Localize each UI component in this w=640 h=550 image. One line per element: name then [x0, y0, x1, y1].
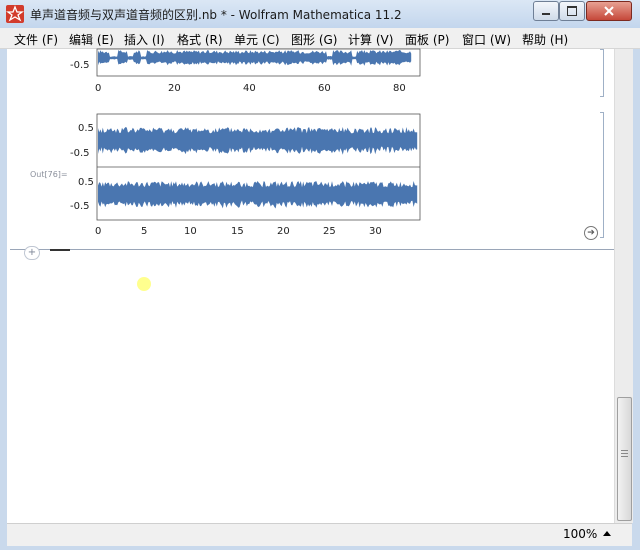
mono-xtick-20: 20	[168, 83, 181, 94]
mono-ytick: -0.5	[70, 60, 90, 71]
xtick-15: 15	[231, 226, 244, 237]
mono-waveform	[98, 50, 412, 66]
zoom-dropdown-icon[interactable]	[603, 531, 611, 536]
add-cell-button[interactable]: +	[24, 246, 40, 260]
ch1-ytick-pos: 0.5	[78, 123, 94, 134]
status-bar: 100%	[7, 523, 632, 546]
mono-xticks: 0 20 40 60 80	[95, 83, 406, 94]
xtick-20: 20	[277, 226, 290, 237]
mono-xtick-60: 60	[318, 83, 331, 94]
ch1-ytick-neg: -0.5	[70, 148, 90, 159]
channel-2-waveform	[98, 181, 418, 209]
insertion-cursor	[50, 249, 70, 251]
mono-xtick-80: 80	[393, 83, 406, 94]
channel-1-waveform	[98, 127, 418, 155]
mono-plot: -0.5 0 20 40 60 80	[70, 48, 421, 94]
xtick-10: 10	[184, 226, 197, 237]
stereo-xticks: 0 5 10 15 20 25 30	[95, 226, 382, 237]
xtick-0: 0	[95, 226, 101, 237]
mono-xtick-0: 0	[95, 83, 101, 94]
cell-insertion-line[interactable]	[10, 249, 614, 250]
stereo-channel-2: 0.5 -0.5 0 5 10 15 20 25 30	[70, 177, 418, 237]
play-icon[interactable]: ➔	[584, 226, 598, 240]
stereo-channel-1: 0.5 -0.5	[70, 123, 418, 159]
zoom-level[interactable]: 100%	[563, 527, 597, 541]
ch2-ytick-pos: 0.5	[78, 177, 94, 188]
waveform-plots: -0.5 0 20 40 60 80 0.5 -0.5 0.5 -0.5 0 5…	[70, 48, 421, 237]
mono-xtick-40: 40	[243, 83, 256, 94]
xtick-5: 5	[141, 226, 147, 237]
ch2-ytick-neg: -0.5	[70, 201, 90, 212]
scrollbar-thumb[interactable]	[617, 397, 632, 521]
vertical-scrollbar[interactable]	[614, 49, 633, 523]
xtick-25: 25	[323, 226, 336, 237]
grip-icon	[621, 450, 628, 451]
xtick-30: 30	[369, 226, 382, 237]
mouse-cursor-highlight	[137, 277, 151, 291]
